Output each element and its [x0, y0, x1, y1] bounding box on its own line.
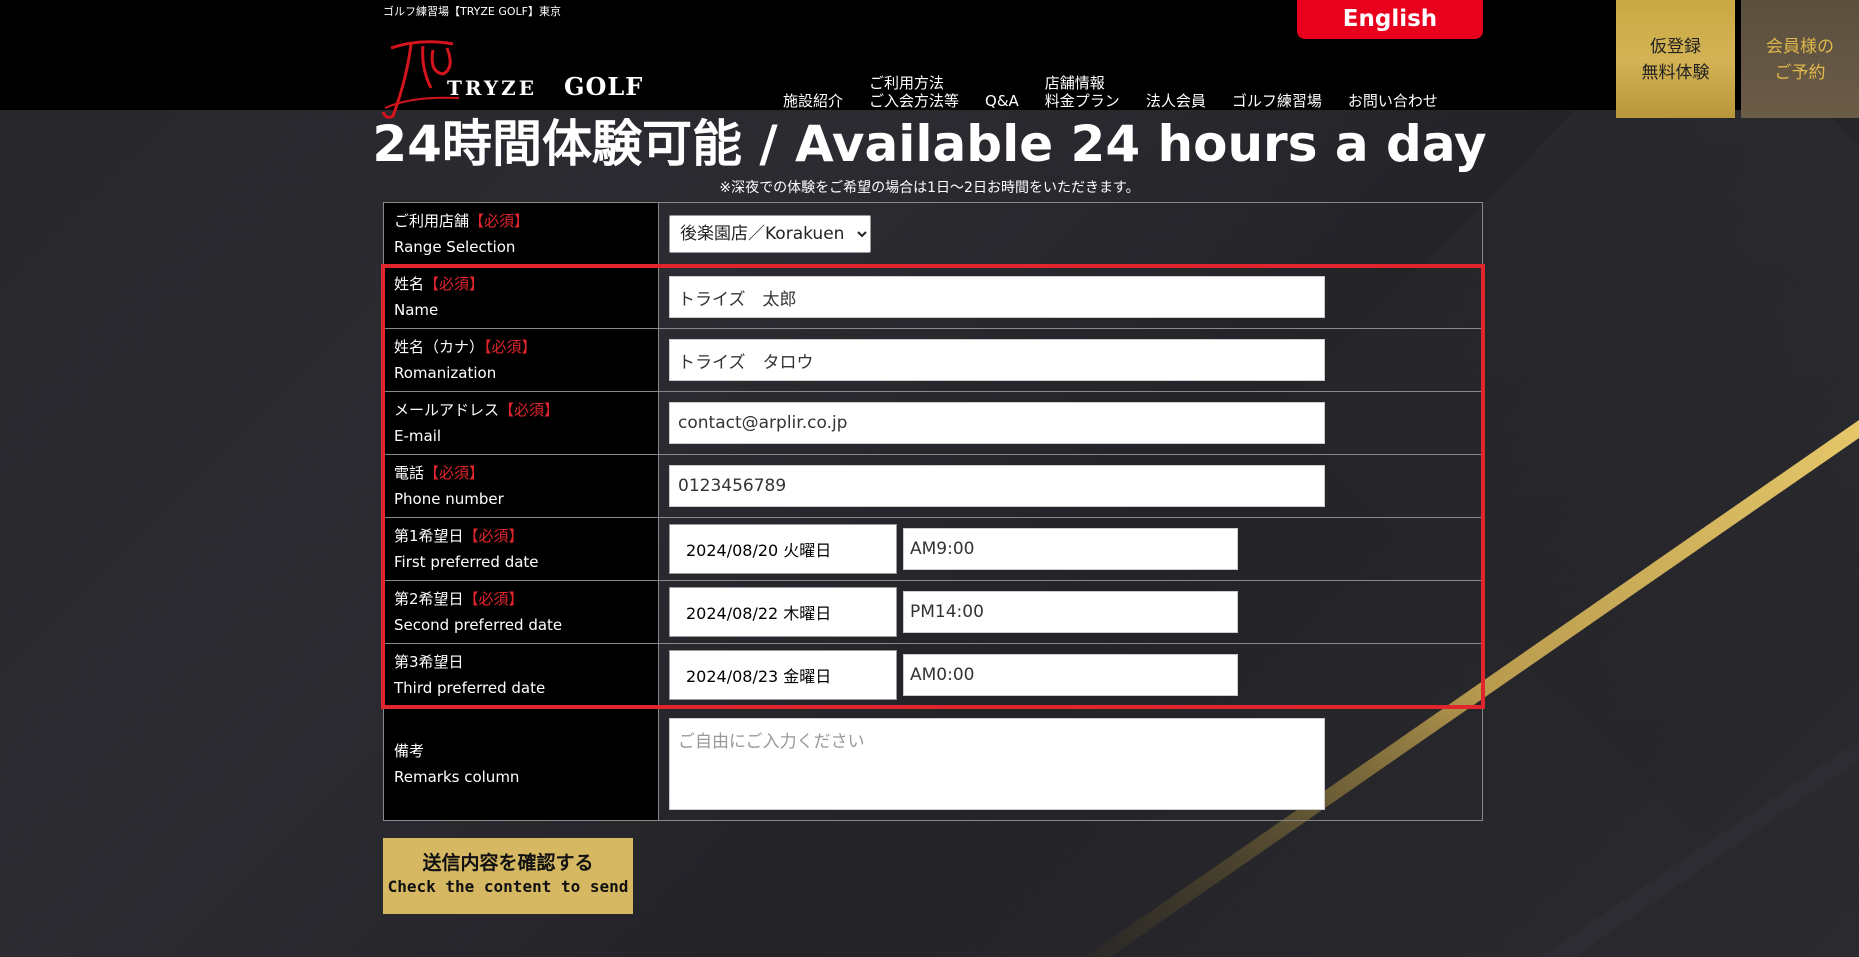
nav-label: ご利用方法 [869, 74, 945, 92]
form-value [659, 644, 1482, 706]
label-jp: メールアドレス [394, 401, 500, 419]
label-en: Name [394, 301, 439, 319]
form-value [659, 455, 1482, 517]
nav-store-info[interactable]: 店舗情報 料金プラン [1032, 74, 1133, 110]
label-jp: 姓名（カナ） [394, 338, 485, 356]
label-en: Remarks column [394, 767, 520, 786]
form-value [659, 392, 1482, 454]
form-label: 第3希望日 Third preferred date [384, 644, 659, 706]
label-jp: 第2希望日 [394, 590, 464, 608]
kana-input[interactable] [669, 339, 1325, 381]
nav-label: 法人会員 [1145, 92, 1206, 110]
logo-word-tryze: TRYZE [447, 76, 538, 100]
nav-label: 店舗情報 [1044, 74, 1105, 92]
tryze-golf-logo[interactable]: TRYZE GOLF [381, 38, 651, 120]
label-en: E-mail [394, 427, 442, 445]
label-en: First preferred date [394, 553, 539, 571]
label-jp: 第1希望日 [394, 527, 464, 545]
nav-usage[interactable]: ご利用方法 ご入会方法等 [856, 74, 972, 110]
form-label: 姓名【必須】 Name [384, 266, 659, 328]
nav-qa[interactable]: Q&A [972, 92, 1032, 110]
page-title: 24時間体験可能 / Available 24 hours a day [372, 115, 1487, 173]
store-select[interactable]: 後楽園店／Korakuen [669, 215, 871, 253]
form-row-email: メールアドレス【必須】 E-mail [384, 392, 1482, 455]
date2-input[interactable] [669, 587, 897, 637]
nav-label-sub: 料金プラン [1044, 92, 1120, 110]
form-row-remarks: 備考 Remarks column [384, 707, 1482, 820]
label-jp: 第3希望日 [394, 653, 464, 671]
form-label: 電話【必須】 Phone number [384, 455, 659, 517]
form-value [659, 329, 1482, 391]
nav-golf-range[interactable]: ゴルフ練習場 [1219, 92, 1335, 110]
phone-input[interactable] [669, 465, 1325, 507]
label-en: Second preferred date [394, 616, 563, 634]
required-mark: 【必須】 [463, 527, 524, 545]
form-row-date3: 第3希望日 Third preferred date [384, 644, 1482, 707]
form-value [659, 707, 1482, 820]
time1-input[interactable] [903, 528, 1238, 570]
trial-line1: 仮登録 [1650, 37, 1701, 57]
required-mark: 【必須】 [424, 275, 485, 293]
label-en: Range Selection [394, 238, 516, 256]
member-line2: ご予約 [1774, 63, 1826, 83]
form-row-kana: 姓名（カナ）【必須】 Romanization [384, 329, 1482, 392]
name-input[interactable] [669, 276, 1325, 318]
logo-word-golf: GOLF [564, 72, 644, 101]
confirm-submit-button[interactable]: 送信内容を確認する Check the content to send [383, 838, 633, 914]
date1-input[interactable] [669, 524, 897, 574]
member-line1: 会員様の [1766, 37, 1834, 57]
form-row-store: ご利用店舗【必須】 Range Selection 後楽園店／Korakuen [384, 203, 1482, 266]
form-row-phone: 電話【必須】 Phone number [384, 455, 1482, 518]
nav-label: お問い合わせ [1347, 92, 1438, 110]
label-jp: 備考 [394, 741, 425, 760]
late-night-note: ※深夜での体験をご希望の場合は1日〜2日お時間をいただきます。 [719, 180, 1140, 196]
english-button[interactable]: English [1297, 0, 1483, 39]
label-jp: ご利用店舗 [394, 212, 470, 230]
nav-label-sub: ご入会方法等 [869, 92, 960, 110]
form-row-date1: 第1希望日【必須】 First preferred date [384, 518, 1482, 581]
form-label: 備考 Remarks column [384, 707, 659, 820]
trial-line2: 無料体験 [1641, 63, 1710, 83]
nav-label: Q&A [985, 92, 1019, 110]
nav-contact[interactable]: お問い合わせ [1335, 92, 1451, 110]
time2-input[interactable] [903, 591, 1238, 633]
form-label: 第1希望日【必須】 First preferred date [384, 518, 659, 580]
form-value: 後楽園店／Korakuen [659, 203, 1482, 265]
site-tagline: ゴルフ練習場【TRYZE GOLF】東京 [383, 5, 561, 18]
submit-label-jp: 送信内容を確認する [422, 852, 594, 874]
nav-label: 施設紹介 [783, 92, 844, 110]
date3-input[interactable] [669, 650, 897, 700]
label-jp: 姓名 [394, 275, 425, 293]
form-label: 姓名（カナ）【必須】 Romanization [384, 329, 659, 391]
member-reservation-button[interactable]: 会員様の ご予約 [1741, 0, 1859, 118]
nav-corporate[interactable]: 法人会員 [1133, 92, 1219, 110]
submit-label-en: Check the content to send [387, 877, 629, 896]
required-mark: 【必須】 [469, 212, 530, 230]
main-nav: 施設紹介 ご利用方法 ご入会方法等 Q&A 店舗情報 料金プラン 法人会員 ゴル… [770, 74, 1451, 110]
required-mark: 【必須】 [484, 338, 537, 356]
email-input[interactable] [669, 402, 1325, 444]
form-label: ご利用店舗【必須】 Range Selection [384, 203, 659, 265]
form-row-date2: 第2希望日【必須】 Second preferred date [384, 581, 1482, 644]
time3-input[interactable] [903, 654, 1238, 696]
site-header: ゴルフ練習場【TRYZE GOLF】東京 TRYZE GOLF 施設紹介 ご利用… [0, 0, 1859, 119]
label-en: Romanization [394, 364, 497, 382]
label-en: Third preferred date [394, 679, 546, 697]
nav-facilities[interactable]: 施設紹介 [770, 92, 856, 110]
form-value [659, 581, 1482, 643]
required-mark: 【必須】 [463, 590, 524, 608]
form-value [659, 518, 1482, 580]
remarks-textarea[interactable] [669, 717, 1325, 810]
free-trial-button[interactable]: 仮登録 無料体験 [1616, 0, 1735, 118]
form-value [659, 266, 1482, 328]
form-label: メールアドレス【必須】 E-mail [384, 392, 659, 454]
trial-form: ご利用店舗【必須】 Range Selection 後楽園店／Korakuen … [383, 202, 1483, 821]
form-row-name: 姓名【必須】 Name [384, 266, 1482, 329]
form-label: 第2希望日【必須】 Second preferred date [384, 581, 659, 643]
label-jp: 電話 [394, 464, 425, 482]
nav-label: ゴルフ練習場 [1231, 92, 1322, 110]
label-en: Phone number [394, 490, 504, 508]
required-mark: 【必須】 [424, 464, 485, 482]
required-mark: 【必須】 [499, 401, 560, 419]
